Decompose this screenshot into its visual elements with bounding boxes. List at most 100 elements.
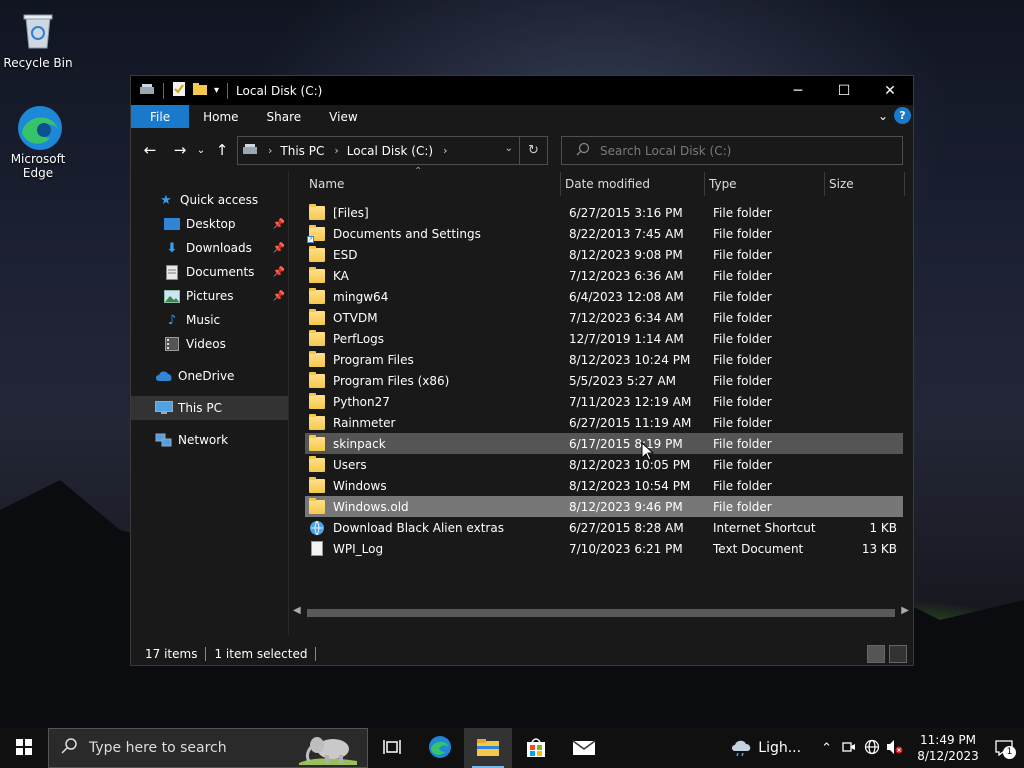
address-bar[interactable]: › This PC › Local Disk (C:) › ⌄ ↻ <box>237 136 548 165</box>
refresh-button[interactable]: ↻ <box>519 137 547 164</box>
title-bar[interactable]: ▾ Local Disk (C:) ─ ☐ ✕ <box>131 76 913 105</box>
file-row[interactable]: Program Files 8/12/2023 10:24 PM File fold… <box>305 349 903 370</box>
sidebar-item-network[interactable]: Network <box>131 428 289 452</box>
horizontal-scrollbar[interactable]: ◀ ▶ <box>289 604 913 621</box>
file-row[interactable]: ↗ Documents and Settings 8/22/2013 7:45 AM… <box>305 223 903 244</box>
documents-icon <box>163 264 181 280</box>
file-name-cell: mingw64 <box>305 287 565 304</box>
sidebar-item-downloads[interactable]: ⬇ Downloads 📌 <box>131 236 289 260</box>
breadcrumb-separator[interactable]: › <box>334 144 338 157</box>
properties-icon[interactable] <box>172 81 186 100</box>
file-row[interactable]: [Files] 6/27/2015 3:16 PM File folder <box>305 202 903 223</box>
file-row[interactable]: Program Files (x86) 5/5/2023 5:27 AM File … <box>305 370 903 391</box>
tab-view[interactable]: View <box>315 105 371 128</box>
file-type: File folder <box>713 415 772 430</box>
tab-home[interactable]: Home <box>189 105 252 128</box>
file-row[interactable]: skinpack 6/17/2015 8:19 PM File folder <box>305 433 903 454</box>
file-row[interactable]: mingw64 6/4/2023 12:08 AM File folder <box>305 286 903 307</box>
details-view-button[interactable] <box>867 645 885 663</box>
meet-now-icon[interactable] <box>842 740 856 757</box>
internet-shortcut-icon <box>309 520 325 536</box>
tab-share[interactable]: Share <box>253 105 316 128</box>
sidebar-item-pictures[interactable]: Pictures 📌 <box>131 284 289 308</box>
file-name-cell: KA <box>305 266 565 283</box>
maximize-button[interactable]: ☐ <box>821 76 867 105</box>
file-row[interactable]: OTVDM 7/12/2023 6:34 AM File folder <box>305 307 903 328</box>
large-icons-view-button[interactable] <box>889 645 907 663</box>
pin-icon[interactable]: 📌 <box>273 291 285 302</box>
clock[interactable]: 11:49 PM 8/12/2023 <box>912 732 984 764</box>
expand-ribbon-icon[interactable]: ⌄ <box>878 109 888 123</box>
file-date-modified: 7/12/2023 6:34 AM <box>569 310 684 325</box>
file-row[interactable]: Python27 7/11/2023 12:19 AM File folder <box>305 391 903 412</box>
recent-locations-button[interactable]: ⌄ <box>193 137 209 163</box>
file-row[interactable]: Users 8/12/2023 10:05 PM File folder <box>305 454 903 475</box>
column-header-date-modified[interactable]: Date modified <box>561 172 705 196</box>
address-history-dropdown[interactable]: ⌄ <box>505 143 513 154</box>
task-view-button[interactable] <box>368 728 416 768</box>
desktop-icon-edge[interactable]: Microsoft Edge <box>0 104 76 180</box>
scroll-left-button[interactable]: ◀ <box>293 605 301 616</box>
pin-icon[interactable]: 📌 <box>273 219 285 230</box>
sidebar-item-desktop[interactable]: Desktop 📌 <box>131 212 289 236</box>
desktop-icon-recycle-bin[interactable]: Recycle Bin <box>0 8 76 70</box>
file-row[interactable]: PerfLogs 12/7/2019 1:14 AM File folder <box>305 328 903 349</box>
taskbar-file-explorer-button[interactable] <box>464 728 512 768</box>
taskbar-search-box[interactable]: Type here to search <box>48 728 368 768</box>
network-globe-icon[interactable] <box>864 739 880 758</box>
pin-icon[interactable]: 📌 <box>273 267 285 278</box>
sidebar-item-quick-access[interactable]: ★ Quick access <box>131 188 289 212</box>
sidebar-item-this-pc[interactable]: This PC <box>131 396 289 420</box>
volume-muted-icon[interactable] <box>886 739 904 758</box>
file-type: File folder <box>713 352 772 367</box>
file-row[interactable]: Windows.old 8/12/2023 9:46 PM File folder <box>305 496 903 517</box>
sidebar-item-onedrive[interactable]: OneDrive <box>131 364 289 388</box>
column-header-size[interactable]: Size <box>825 172 905 196</box>
breadcrumb-this-pc[interactable]: This PC <box>280 144 324 158</box>
file-row[interactable]: Download Black Alien extras 6/27/2015 8:2… <box>305 517 903 538</box>
file-row[interactable]: WPI_Log 7/10/2023 6:21 PM Text Document 13 … <box>305 538 903 559</box>
file-name: ESD <box>333 247 358 262</box>
search-input[interactable] <box>600 143 880 158</box>
file-type: Text Document <box>713 541 804 556</box>
file-row[interactable]: Rainmeter 6/27/2015 11:19 AM File folder <box>305 412 903 433</box>
weather-icon[interactable] <box>730 737 754 760</box>
drive-icon <box>242 142 258 159</box>
minimize-button[interactable]: ─ <box>775 76 821 105</box>
file-name: Windows <box>333 478 387 493</box>
file-row[interactable]: KA 7/12/2023 6:36 AM File folder <box>305 265 903 286</box>
taskbar-mail-button[interactable] <box>560 728 608 768</box>
close-button[interactable]: ✕ <box>867 76 913 105</box>
column-header-type[interactable]: Type <box>705 172 825 196</box>
forward-button[interactable]: → <box>167 137 193 163</box>
scroll-right-button[interactable]: ▶ <box>901 605 909 616</box>
pin-icon[interactable]: 📌 <box>273 243 285 254</box>
new-folder-icon[interactable] <box>192 82 208 99</box>
file-name: WPI_Log <box>333 541 384 556</box>
start-button[interactable] <box>0 728 48 768</box>
help-button[interactable]: ? <box>894 107 911 124</box>
sidebar-item-videos[interactable]: Videos <box>131 332 289 356</box>
show-hidden-icons-button[interactable]: ⌃ <box>821 741 832 756</box>
back-button[interactable]: ← <box>137 137 163 163</box>
clock-time: 11:49 PM <box>920 733 976 747</box>
breadcrumb-separator[interactable]: › <box>268 144 272 157</box>
view-switcher <box>867 645 907 663</box>
breadcrumb-local-disk[interactable]: Local Disk (C:) <box>347 144 433 158</box>
breadcrumb-separator[interactable]: › <box>443 144 447 157</box>
sidebar-item-music[interactable]: ♪ Music <box>131 308 289 332</box>
scrollbar-thumb[interactable] <box>307 609 895 617</box>
customize-toolbar-icon[interactable]: ▾ <box>214 85 219 96</box>
file-row[interactable]: Windows 8/12/2023 10:54 PM File folder <box>305 475 903 496</box>
notification-center-button[interactable]: 1 <box>984 740 1024 759</box>
up-button[interactable]: ↑ <box>209 137 235 163</box>
taskbar-store-button[interactable] <box>512 728 560 768</box>
taskbar-edge-button[interactable] <box>416 728 464 768</box>
sidebar-item-documents[interactable]: Documents 📌 <box>131 260 289 284</box>
tab-file[interactable]: File <box>131 105 190 128</box>
search-box[interactable] <box>561 136 903 165</box>
column-header-name[interactable]: Name <box>305 172 561 196</box>
weather-label[interactable]: Ligh... <box>758 740 801 756</box>
file-row[interactable]: ESD 8/12/2023 9:08 PM File folder <box>305 244 903 265</box>
file-date-modified: 6/4/2023 12:08 AM <box>569 289 684 304</box>
